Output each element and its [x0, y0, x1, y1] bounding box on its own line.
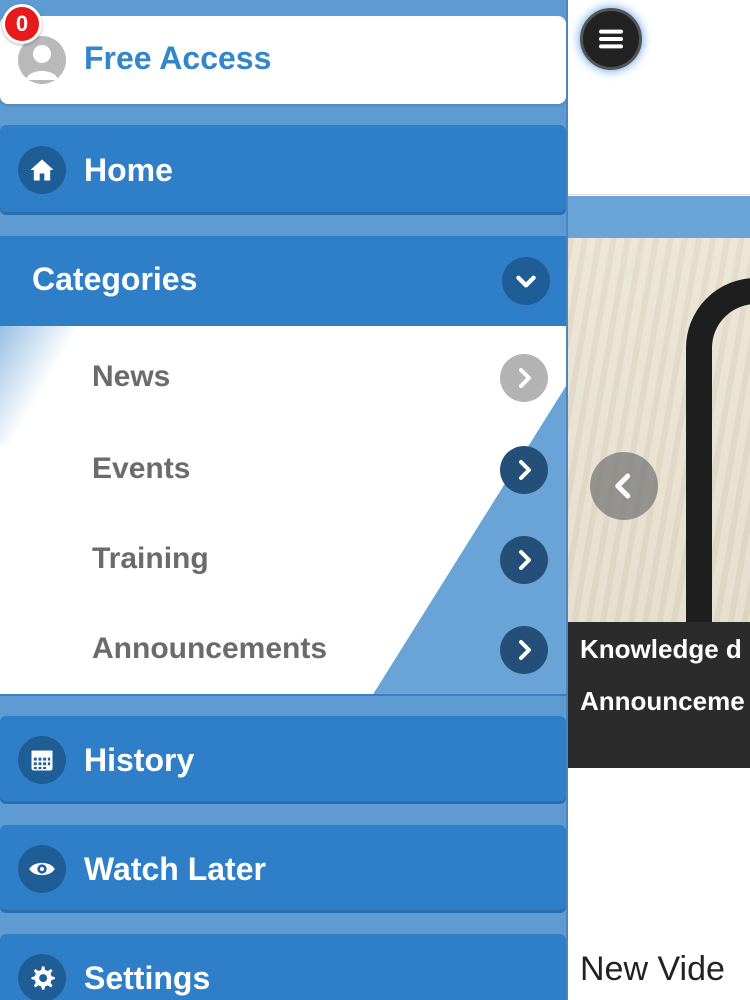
calendar-icon	[18, 736, 66, 784]
menu-item-history[interactable]: History	[0, 716, 566, 804]
chevron-left-icon	[615, 473, 631, 499]
user-access-label: Free Access	[84, 40, 272, 76]
submenu-item-events[interactable]: Events	[0, 422, 566, 512]
slide-caption-title: Knowledge d	[580, 634, 742, 664]
menu-item-home[interactable]: Home	[0, 125, 566, 215]
notification-badge: 0	[2, 4, 42, 44]
chevron-right-icon[interactable]	[500, 354, 548, 402]
gear-icon	[18, 954, 66, 1000]
categories-header[interactable]: Categories	[0, 236, 566, 326]
submenu-item-training[interactable]: Training	[0, 512, 566, 602]
chevron-right-icon[interactable]	[500, 446, 548, 494]
submenu-item-label: Training	[92, 542, 209, 575]
submenu-item-label: Announcements	[92, 632, 328, 665]
section-title: New Vide	[580, 950, 725, 988]
image-slider[interactable]: Knowledge d Announceme	[568, 238, 750, 768]
chevron-down-icon	[516, 275, 536, 288]
submenu-item-announcements[interactable]: Announcements	[0, 602, 566, 692]
blue-strip	[568, 196, 750, 238]
submenu-item-label: News	[92, 360, 171, 393]
menu-item-settings[interactable]: Settings	[0, 934, 566, 1000]
menu-item-home-label: Home	[84, 151, 173, 188]
menu-item-settings-label: Settings	[84, 959, 211, 996]
user-access-item[interactable]: Free Access	[0, 16, 566, 104]
submenu-item-label: Events	[92, 452, 191, 485]
menu-item-watch-later[interactable]: Watch Later	[0, 825, 566, 913]
categories-toggle-button[interactable]	[502, 257, 550, 305]
home-icon	[18, 146, 66, 194]
menu-item-history-label: History	[84, 741, 195, 778]
categories-label: Categories	[32, 261, 198, 297]
hamburger-menu-button[interactable]	[580, 8, 642, 70]
main-content: Knowledge d Announceme New Vide	[568, 0, 750, 1000]
side-drawer: Free Access 0 Home Categories News Event…	[0, 0, 568, 1000]
slide-caption-subtitle: Announceme	[580, 686, 745, 716]
slider-prev-button[interactable]	[590, 452, 658, 520]
chevron-right-icon[interactable]	[500, 626, 548, 674]
eye-icon	[18, 845, 66, 893]
menu-item-watch-later-label: Watch Later	[84, 850, 266, 887]
categories-submenu: News Events Training Announcements	[0, 326, 566, 696]
hamburger-icon	[599, 29, 623, 49]
chevron-right-icon[interactable]	[500, 536, 548, 584]
submenu-item-news[interactable]: News	[0, 330, 566, 420]
